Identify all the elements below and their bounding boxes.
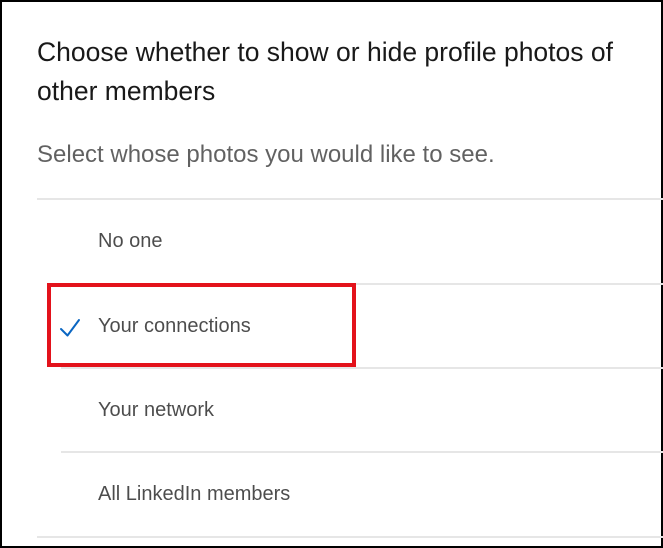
option-your-network[interactable]: Your network	[2, 369, 663, 452]
option-no-one[interactable]: No one	[2, 200, 663, 283]
divider	[37, 536, 663, 538]
page-subtitle: Select whose photos you would like to se…	[37, 141, 495, 168]
option-label: Your network	[98, 399, 214, 421]
option-label: Your connections	[98, 315, 251, 337]
option-label: All LinkedIn members	[98, 483, 291, 505]
page-title: Choose whether to show or hide profile p…	[37, 37, 613, 106]
checkmark-icon	[60, 319, 80, 337]
settings-panel: Choose whether to show or hide profile p…	[0, 0, 663, 548]
option-label: No one	[98, 230, 163, 252]
option-your-connections[interactable]: Your connections	[2, 285, 663, 368]
option-all-linkedin-members[interactable]: All LinkedIn members	[2, 453, 663, 536]
